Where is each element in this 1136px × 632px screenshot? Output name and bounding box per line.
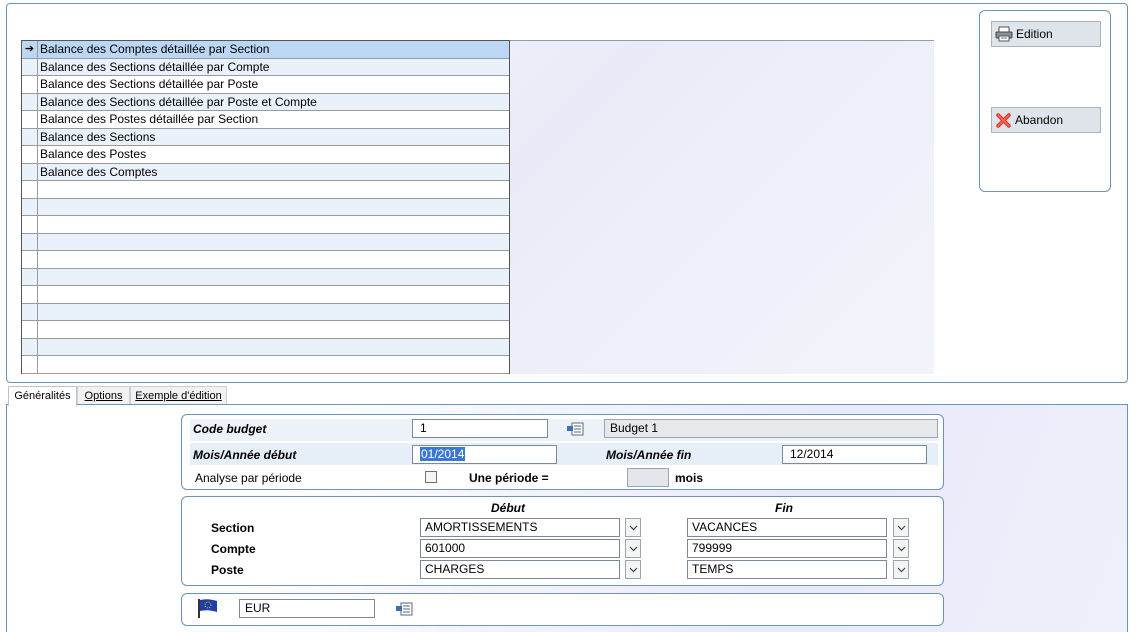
report-list[interactable]: ➔ Balance des Comptes détaillée par Secti…	[21, 40, 510, 374]
empty-row	[22, 356, 509, 374]
row-indicator	[22, 58, 38, 75]
start-period-label: Mois/Année début	[193, 448, 297, 462]
list-item-label: Balance des Comptes	[40, 164, 158, 179]
list-item-label: Balance des Sections	[40, 129, 156, 144]
edition-button[interactable]: Edition	[991, 21, 1101, 47]
chevron-down-icon	[629, 525, 637, 530]
row-indicator	[22, 111, 38, 128]
section-start-input[interactable]: AMORTISSEMENTS	[420, 518, 620, 537]
close-icon	[996, 112, 1011, 128]
row-indicator	[22, 303, 38, 320]
list-item-label: Balance des Postes	[40, 147, 147, 161]
section-end-dropdown[interactable]	[893, 518, 909, 537]
period-input[interactable]	[627, 468, 669, 487]
list-item[interactable]: Balance des Sections détaillée par Poste…	[22, 93, 509, 111]
empty-row	[22, 251, 509, 269]
poste-start-input[interactable]: CHARGES	[420, 560, 620, 579]
compte-start-input[interactable]: 601000	[420, 539, 620, 558]
list-item[interactable]: Balance des Sections	[22, 128, 509, 146]
row-indicator	[22, 216, 38, 233]
poste-end-input[interactable]: TEMPS	[687, 560, 887, 579]
action-panel: Edition Abandon	[979, 10, 1111, 192]
compte-label: Compte	[211, 542, 256, 556]
lookup-icon[interactable]	[395, 602, 413, 616]
end-header: Fin	[775, 501, 793, 515]
empty-row	[22, 216, 509, 234]
chevron-down-icon	[897, 567, 905, 572]
row-indicator	[22, 233, 38, 250]
edition-button-label: Edition	[1016, 27, 1053, 41]
chevron-down-icon	[897, 525, 905, 530]
chevron-down-icon	[629, 567, 637, 572]
arrow-right-icon: ➔	[22, 41, 38, 58]
list-item[interactable]: Balance des Postes	[22, 146, 509, 164]
row-indicator	[22, 251, 38, 268]
empty-row	[22, 198, 509, 216]
code-budget-label: Code budget	[193, 422, 267, 436]
row-indicator	[22, 128, 38, 145]
chevron-down-icon	[897, 546, 905, 551]
row-indicator	[22, 321, 38, 338]
section-end-input[interactable]: VACANCES	[687, 518, 887, 537]
poste-label: Poste	[211, 563, 244, 577]
empty-row	[22, 233, 509, 251]
abandon-button[interactable]: Abandon	[991, 107, 1101, 133]
row-indicator	[22, 338, 38, 355]
row-indicator	[22, 268, 38, 285]
compte-end-dropdown[interactable]	[893, 539, 909, 558]
poste-start-dropdown[interactable]	[625, 560, 641, 579]
tab-options[interactable]: Options	[77, 386, 130, 405]
start-period-input[interactable]: 01/2014	[412, 445, 557, 464]
list-item[interactable]: ➔ Balance des Comptes détaillée par Secti…	[22, 41, 509, 59]
eu-flag-icon	[198, 599, 217, 618]
list-item-label: Balance des Sections détaillée par Compt…	[40, 59, 270, 74]
row-indicator	[22, 356, 38, 373]
list-item-label: Balance des Comptes détaillée par Sectio…	[40, 42, 270, 56]
compte-end-input[interactable]: 799999	[687, 539, 887, 558]
list-item-label: Balance des Sections détaillée par Poste…	[40, 94, 317, 109]
code-budget-input[interactable]: 1	[412, 419, 548, 438]
section-start-dropdown[interactable]	[625, 518, 641, 537]
tab-generalites[interactable]: Généralités	[8, 386, 77, 406]
list-item-label: Balance des Postes détaillée par Section	[40, 112, 259, 126]
row-indicator	[22, 181, 38, 198]
end-period-input[interactable]: 12/2014	[782, 445, 927, 464]
list-item-label: Balance des Sections détaillée par Poste	[40, 77, 259, 91]
start-header: Début	[491, 501, 525, 515]
tab-exemple-edition[interactable]: Exemple d'édition	[130, 386, 227, 405]
printer-icon	[995, 26, 1013, 42]
lookup-icon[interactable]	[566, 422, 584, 436]
row-indicator	[22, 146, 38, 163]
months-label: mois	[675, 471, 704, 485]
end-period-label: Mois/Année fin	[606, 448, 692, 462]
row-indicator	[22, 198, 38, 215]
empty-row	[22, 303, 509, 321]
row-indicator	[22, 286, 38, 303]
empty-row	[22, 321, 509, 339]
empty-row	[22, 338, 509, 356]
analysis-label: Analyse par période	[195, 471, 302, 485]
row-indicator	[22, 163, 38, 180]
period-label: Une période =	[469, 471, 549, 485]
list-item[interactable]: Balance des Postes détaillée par Section	[22, 111, 509, 129]
abandon-button-label: Abandon	[1015, 113, 1064, 127]
row-indicator	[22, 76, 38, 93]
list-item[interactable]: Balance des Comptes	[22, 163, 509, 181]
empty-row	[22, 181, 509, 199]
analysis-checkbox[interactable]	[425, 471, 437, 483]
chevron-down-icon	[629, 546, 637, 551]
row-indicator	[22, 93, 38, 110]
poste-end-dropdown[interactable]	[893, 560, 909, 579]
section-label: Section	[211, 521, 255, 535]
list-item[interactable]: Balance des Sections détaillée par Compt…	[22, 58, 509, 76]
budget-name-field: Budget 1	[604, 419, 938, 438]
empty-row	[22, 286, 509, 304]
currency-input[interactable]: EUR	[239, 599, 375, 618]
list-item[interactable]: Balance des Sections détaillée par Poste	[22, 76, 509, 94]
compte-start-dropdown[interactable]	[625, 539, 641, 558]
empty-row	[22, 268, 509, 286]
